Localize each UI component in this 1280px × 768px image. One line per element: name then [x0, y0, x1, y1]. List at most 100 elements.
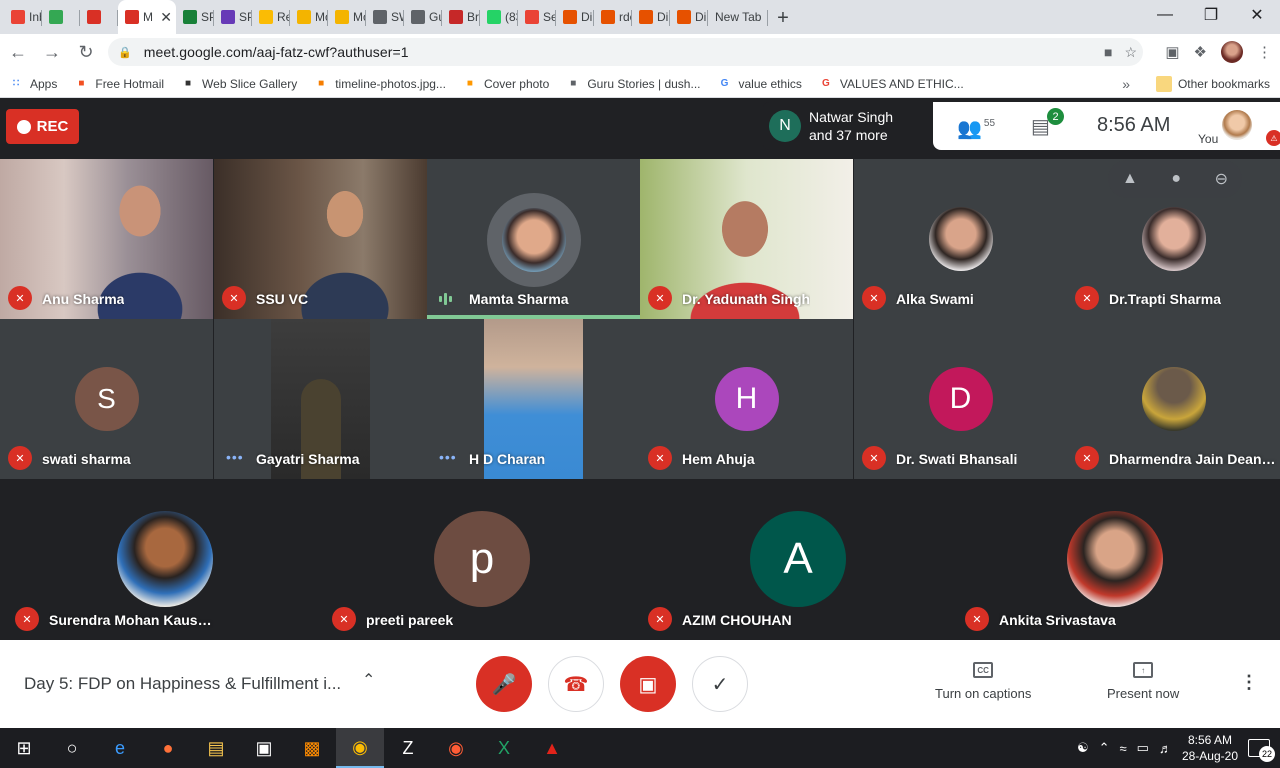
edge-icon[interactable]: e — [96, 728, 144, 768]
leave-call-button[interactable]: ☎ — [548, 656, 604, 712]
chrome-icon[interactable]: ◉ — [336, 728, 384, 768]
reload-button[interactable]: ↻ — [70, 36, 102, 68]
bookmark-item[interactable]: ■ Free Hotmail — [65, 76, 172, 92]
browser-tab[interactable]: Dir — [670, 3, 708, 31]
browser-tab[interactable]: SPI — [176, 3, 214, 31]
participant-tile[interactable]: H ✕ Hem Ahuja — [640, 319, 853, 479]
browser-tab[interactable]: Dir — [556, 3, 594, 31]
participant-tile[interactable]: ✕ SSU VC — [214, 159, 427, 319]
extension-icon[interactable]: ▣ — [1165, 43, 1179, 61]
app-z-icon[interactable]: Z — [384, 728, 432, 768]
avatar: D — [928, 367, 993, 431]
browser-tab[interactable]: SPI — [214, 3, 252, 31]
browser-tab[interactable]: Dir — [632, 3, 670, 31]
excel-icon[interactable]: X — [480, 728, 528, 768]
whatsapp-icon — [487, 10, 501, 24]
notification-center-icon[interactable]: 22 — [1248, 739, 1275, 762]
pin-icon[interactable]: ▲ — [1122, 170, 1138, 188]
participant-tile[interactable]: Mamta Sharma — [427, 159, 640, 319]
remove-icon[interactable]: ⊖ — [1215, 169, 1228, 189]
other-bookmarks[interactable]: Other bookmarks — [1155, 75, 1270, 92]
chevron-right-icon[interactable]: » — [1122, 76, 1130, 92]
participants-button[interactable]: 👥 55 — [957, 116, 995, 141]
restore-button[interactable]: ❐ — [1188, 0, 1234, 30]
people-tray-icon[interactable]: ☯ — [1077, 740, 1089, 756]
chevron-up-icon[interactable]: ⌃ — [1099, 740, 1110, 756]
participant-tile[interactable]: A ✕ AZIM CHOUHAN — [640, 479, 956, 640]
browser-tab[interactable]: Mo — [290, 3, 328, 31]
browser-tab[interactable]: Rec — [252, 3, 290, 31]
bookmark-item[interactable]: ■ Guru Stories | dush... — [557, 76, 708, 92]
back-button[interactable]: ← — [2, 36, 34, 68]
bookmark-item[interactable]: ■ Web Slice Gallery — [172, 76, 305, 92]
profile-avatar[interactable] — [1221, 41, 1243, 63]
participant-tile[interactable]: ••• H D Charan — [427, 319, 640, 479]
participant-grid: ✕ Anu Sharma ✕ SSU VC Mamta Sharma ✕ Dr.… — [0, 159, 1280, 479]
browser-tab[interactable] — [42, 3, 80, 31]
browser-tab[interactable]: New Tab — [708, 3, 768, 31]
camera-permission-icon[interactable]: ■ — [1104, 44, 1112, 60]
participant-tile[interactable]: ✕ Ankita Srivastava — [957, 479, 1273, 640]
search-icon[interactable]: ○ — [48, 728, 96, 768]
browser-tab[interactable]: (83 — [480, 3, 518, 31]
forward-button[interactable]: → — [36, 36, 68, 68]
file-explorer-icon[interactable]: ▤ — [192, 728, 240, 768]
wifi-icon[interactable]: ≈ — [1120, 741, 1127, 756]
store-icon[interactable]: ▣ — [240, 728, 288, 768]
puzzle-icon[interactable]: ❖ — [1194, 43, 1207, 61]
bookmark-item[interactable]: ■ timeline-photos.jpg... — [305, 76, 454, 92]
participant-name: Mamta Sharma — [469, 291, 569, 307]
participant-tile[interactable]: S ✕ swati sharma — [0, 319, 213, 479]
meeting-title[interactable]: Day 5: FDP on Happiness & Fulfillment i.… — [24, 674, 341, 694]
participant-tile[interactable]: D ✕ Dr. Swati Bhansali — [854, 319, 1067, 479]
participants-count: 55 — [983, 118, 996, 129]
mic-toggle-button[interactable]: 🎤 — [476, 656, 532, 712]
self-view-thumbnail[interactable] — [1222, 110, 1252, 140]
close-tab-icon[interactable]: ✕ — [160, 9, 172, 26]
battery-icon[interactable]: ▭ — [1137, 740, 1149, 756]
acrobat-icon[interactable]: ▲ — [528, 728, 576, 768]
browser-tab[interactable]: Sea — [518, 3, 556, 31]
bookmark-item[interactable]: G VALUES AND ETHIC... — [810, 76, 972, 92]
firefox-icon[interactable]: ● — [144, 728, 192, 768]
participant-tile[interactable]: ✕ Dharmendra Jain Dean M... — [1067, 319, 1280, 479]
participant-tile[interactable]: ✕ Dr. Yadunath Singh — [640, 159, 853, 319]
present-now-button[interactable]: ↑ Present now — [1107, 662, 1179, 701]
browser-tab[interactable]: Bria — [442, 3, 480, 31]
extension-check-button[interactable]: ✓ — [692, 656, 748, 712]
browser-tab[interactable] — [80, 3, 118, 31]
browser-tab[interactable]: Gui — [404, 3, 442, 31]
bookmark-item[interactable]: ■ Cover photo — [454, 76, 557, 92]
address-bar[interactable]: 🔒 meet.google.com/aaj-fatz-cwf?authuser=… — [108, 38, 1143, 66]
participant-tile[interactable]: ✕ Surendra Mohan Kaushik — [7, 479, 323, 640]
more-options-icon[interactable]: ⋮ — [1240, 672, 1258, 693]
close-window-button[interactable]: ✕ — [1234, 0, 1280, 30]
chevron-up-icon[interactable]: ⌃ — [362, 670, 375, 690]
captions-button[interactable]: CC Turn on captions — [935, 662, 1031, 701]
browser-tab[interactable]: M ✕ — [118, 0, 176, 34]
participant-tile[interactable]: ••• Gayatri Sharma — [214, 319, 427, 479]
chat-button[interactable]: ▤ 2 — [1031, 108, 1064, 139]
media-icon[interactable]: ▩ — [288, 728, 336, 768]
participant-tile[interactable]: ✕ Alka Swami — [854, 159, 1067, 319]
new-tab-button[interactable]: + — [768, 3, 798, 33]
volume-icon[interactable]: ♬ — [1159, 741, 1172, 756]
windows-start-icon[interactable]: ⊞ — [0, 728, 48, 768]
browser-tab[interactable]: Inb — [4, 3, 42, 31]
camera-toggle-button[interactable]: ▣ — [620, 656, 676, 712]
browser-tab[interactable]: SW — [366, 3, 404, 31]
browser-tab[interactable]: Mo — [328, 3, 366, 31]
zoom-icon[interactable]: ◉ — [432, 728, 480, 768]
bookmark-star-icon[interactable]: ☆ — [1124, 44, 1137, 61]
menu-dots-icon[interactable]: ⋮ — [1257, 43, 1272, 61]
bookmark-item[interactable]: ∷ Apps — [0, 76, 65, 92]
tab-label: Sea — [543, 10, 556, 24]
tray-clock[interactable]: 8:56 AM 28-Aug-20 — [1182, 732, 1238, 764]
participant-tile[interactable]: ✕ Anu Sharma — [0, 159, 213, 319]
tile-hover-controls: ▲ ● ⊖ — [1108, 160, 1242, 198]
participant-tile[interactable]: p ✕ preeti pareek — [324, 479, 640, 640]
minimize-button[interactable]: — — [1142, 0, 1188, 30]
mute-for-all-icon[interactable]: ● — [1171, 170, 1181, 188]
bookmark-item[interactable]: Gvalue ethics — [708, 76, 809, 92]
browser-tab[interactable]: rdc — [594, 3, 632, 31]
